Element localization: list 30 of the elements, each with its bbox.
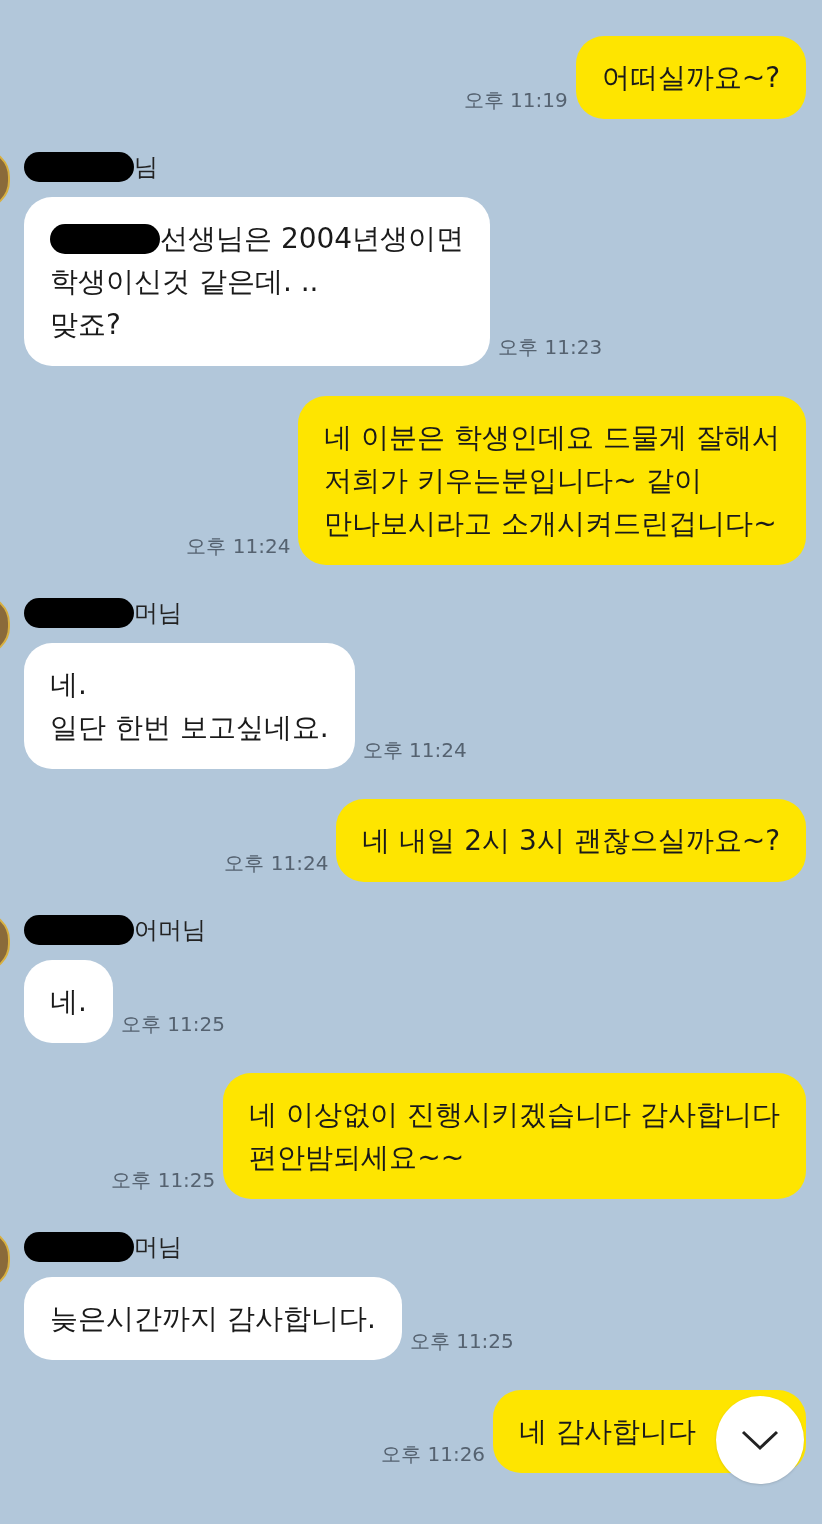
message-text: 선생님은 2004년생이면 [160, 221, 465, 257]
message-time: 오후 11:19 [463, 87, 568, 114]
message-text: 맞죠? [50, 307, 121, 343]
message-text: 네. [50, 667, 87, 703]
message-time: 오후 11:25 [111, 1167, 216, 1194]
message-text: 일단 한번 보고싶네요. [50, 710, 329, 746]
message-text: 저희가 키우는분입니다~ 같이 [324, 463, 703, 499]
message-text: 늦은시간까지 감사합니다. [50, 1301, 376, 1337]
message-text: 학생이신것 같은데. .. [50, 264, 319, 300]
scroll-down-button[interactable] [716, 1396, 804, 1484]
sender-name: 님 [134, 152, 158, 183]
message-time: 오후 11:25 [409, 1328, 514, 1355]
message-time: 오후 11:25 [120, 1011, 225, 1038]
message-text: 네 내일 2시 3시 괜찮으실까요~? [362, 823, 780, 859]
message-text: 어떠실까요~? [601, 60, 780, 96]
message-time: 오후 11:24 [186, 533, 291, 560]
message-text: 만나보시라고 소개시켜드린겁니다~ [324, 506, 778, 542]
message-text: 네 이상없이 진행시키겠습니다 감사합니다 [249, 1097, 780, 1133]
sender-name: 머님 [134, 1232, 182, 1263]
message-text: 네 감사합니다 [519, 1414, 696, 1450]
sender-name: 어머님 [134, 915, 206, 946]
message-text: 네. [50, 984, 87, 1020]
message-text: 네 이분은 학생인데요 드물게 잘해서 [324, 420, 780, 456]
message-time: 오후 11:26 [381, 1441, 486, 1468]
message-time: 오후 11:24 [224, 850, 329, 877]
sender-name: 머님 [134, 598, 182, 629]
message-time: 오후 11:24 [362, 737, 467, 764]
message-text: 편안밤되세요~~ [249, 1140, 466, 1176]
message-time: 오후 11:23 [498, 334, 603, 361]
chevron-down-icon [740, 1429, 780, 1451]
